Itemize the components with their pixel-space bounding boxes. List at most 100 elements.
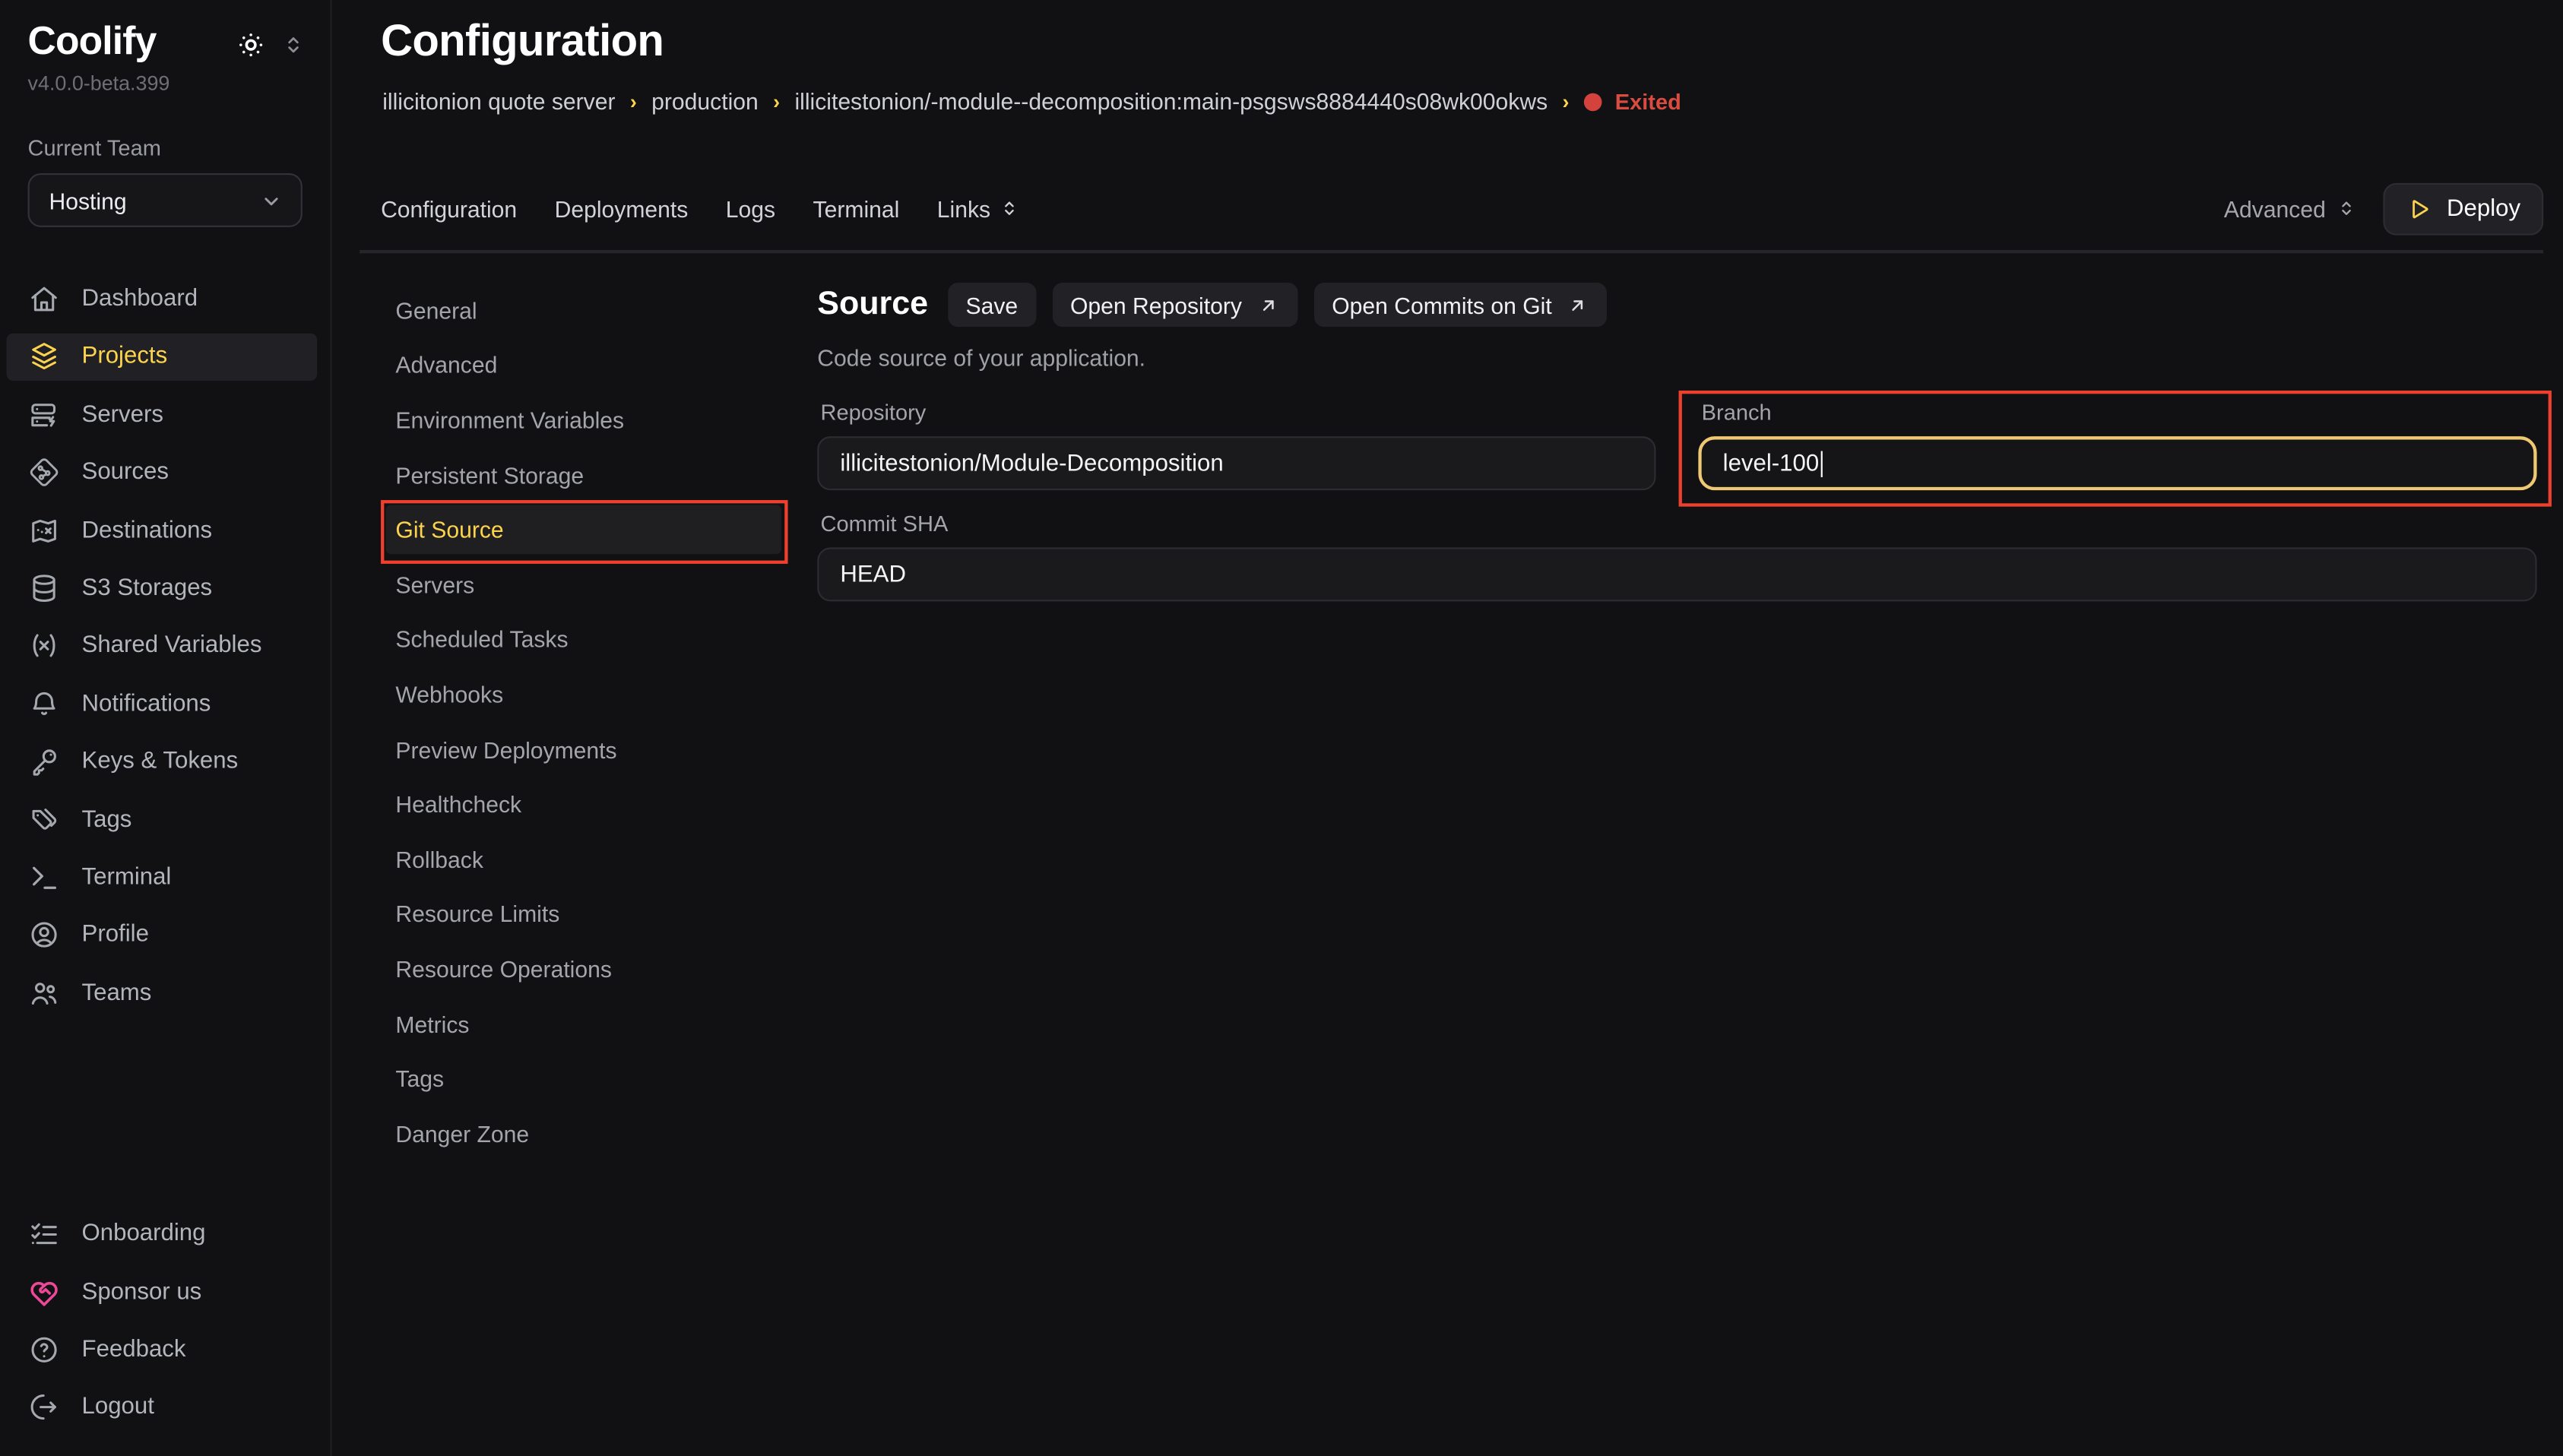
- sidebar-item-label: Keys & Tokens: [82, 749, 239, 774]
- heart-handshake-icon: [28, 1276, 61, 1309]
- settings-item-scheduled-tasks[interactable]: Scheduled Tasks: [381, 612, 817, 667]
- git-icon: [28, 457, 61, 489]
- sidebar-item-label: Logout: [82, 1394, 154, 1420]
- open-repository-label: Open Repository: [1070, 292, 1242, 318]
- coolify-app: Coolify v4.0.0-beta.399 Current Team Hos…: [0, 0, 2563, 1456]
- repository-label: Repository: [821, 400, 1656, 425]
- branch-value: level-100: [1723, 450, 1820, 476]
- sidebar-item-destinations[interactable]: Destinations: [0, 502, 330, 559]
- brand-row: Coolify: [0, 21, 330, 65]
- source-fields: Repository illicitestonion/Module-Decomp…: [817, 400, 2536, 602]
- list-checks-icon: [28, 1217, 61, 1250]
- source-title: Source: [817, 286, 928, 323]
- settings-item-persistent-storage[interactable]: Persistent Storage: [381, 448, 817, 502]
- tab-configuration[interactable]: Configuration: [381, 195, 517, 221]
- terminal-icon: [28, 861, 61, 894]
- breadcrumb-project[interactable]: illicitonion quote server: [382, 88, 615, 114]
- settings-item-git-source[interactable]: Git Source: [381, 502, 817, 557]
- commit-sha-input[interactable]: HEAD: [817, 547, 2536, 601]
- settings-item-healthcheck[interactable]: Healthcheck: [381, 777, 817, 831]
- breadcrumb-environment[interactable]: production: [651, 88, 759, 114]
- home-icon: [28, 283, 61, 315]
- logout-icon: [28, 1391, 61, 1424]
- sidebar-item-label: Terminal: [82, 865, 172, 891]
- play-icon: [2406, 195, 2432, 221]
- sidebar-item-terminal[interactable]: Terminal: [0, 849, 330, 907]
- tabs-divider: [360, 250, 2543, 253]
- sidebar-item-logout[interactable]: Logout: [0, 1378, 330, 1436]
- bell-icon: [28, 688, 61, 720]
- sidebar-item-sources[interactable]: Sources: [0, 444, 330, 502]
- commit-sha-value: HEAD: [840, 562, 906, 587]
- tab-logs[interactable]: Logs: [726, 195, 775, 221]
- sidebar-item-label: Shared Variables: [82, 633, 262, 659]
- repository-input[interactable]: illicitestonion/Module-Decomposition: [817, 436, 1655, 490]
- sidebar-item-label: Dashboard: [82, 286, 198, 312]
- help-circle-icon: [28, 1334, 61, 1366]
- current-team-label: Current Team: [0, 136, 330, 160]
- save-button[interactable]: Save: [948, 283, 1036, 327]
- deploy-button[interactable]: Deploy: [2383, 182, 2543, 235]
- sidebar-item-projects[interactable]: Projects: [0, 328, 330, 386]
- sidebar-item-shared-variables[interactable]: Shared Variables: [0, 617, 330, 675]
- sidebar-item-notifications[interactable]: Notifications: [0, 675, 330, 733]
- sidebar-item-teams[interactable]: Teams: [0, 964, 330, 1022]
- settings-item-servers[interactable]: Servers: [381, 557, 817, 612]
- settings-item-preview-deployments[interactable]: Preview Deployments: [381, 722, 817, 777]
- open-repository-button[interactable]: Open Repository: [1052, 283, 1297, 327]
- sidebar-item-label: Notifications: [82, 691, 211, 717]
- chevrons-up-down-icon: [999, 198, 1020, 219]
- app-version: v4.0.0-beta.399: [0, 72, 330, 95]
- chevron-down-icon: [258, 188, 284, 214]
- tab-links[interactable]: Links: [937, 195, 1020, 221]
- settings-item-resource-operations[interactable]: Resource Operations: [381, 942, 817, 996]
- sidebar-item-onboarding[interactable]: Onboarding: [0, 1205, 330, 1263]
- sidebar-item-dashboard[interactable]: Dashboard: [0, 271, 330, 328]
- sidebar-item-s3-storages[interactable]: S3 Storages: [0, 559, 330, 617]
- settings-item-environment-variables[interactable]: Environment Variables: [381, 393, 817, 448]
- settings-nav: General Advanced Environment Variables P…: [381, 278, 817, 1456]
- sidebar-item-profile[interactable]: Profile: [0, 907, 330, 964]
- status-dot-icon: [1584, 93, 1602, 111]
- sidebar-footer: Onboarding Sponsor us Feedback: [0, 1205, 330, 1436]
- sidebar-item-keys-tokens[interactable]: Keys & Tokens: [0, 733, 330, 791]
- sidebar-item-servers[interactable]: Servers: [0, 386, 330, 444]
- sidebar-item-label: Servers: [82, 402, 163, 428]
- branch-input[interactable]: level-100: [1698, 436, 2536, 490]
- chevron-right-icon: ›: [773, 90, 780, 113]
- sidebar-item-tags[interactable]: Tags: [0, 791, 330, 849]
- settings-item-advanced[interactable]: Advanced: [381, 337, 817, 392]
- sidebar-collapse-icon[interactable]: [281, 33, 306, 57]
- source-description: Code source of your application.: [817, 345, 2536, 371]
- app-logo: Coolify: [28, 21, 157, 65]
- settings-item-resource-limits[interactable]: Resource Limits: [381, 887, 817, 942]
- open-commits-button[interactable]: Open Commits on Git: [1314, 283, 1608, 327]
- team-select[interactable]: Hosting: [28, 174, 303, 228]
- sidebar-item-label: Profile: [82, 923, 149, 948]
- sidebar-item-label: Sponsor us: [82, 1279, 202, 1305]
- sidebar-item-label: Feedback: [82, 1337, 186, 1363]
- tags-icon: [28, 803, 61, 836]
- server-icon: [28, 398, 61, 431]
- key-icon: [28, 745, 61, 778]
- sidebar-item-label: Projects: [82, 344, 168, 370]
- settings-item-metrics[interactable]: Metrics: [381, 996, 817, 1051]
- sidebar-item-sponsor-us[interactable]: Sponsor us: [0, 1263, 330, 1321]
- page-title: Configuration: [381, 17, 664, 68]
- breadcrumb-resource[interactable]: illicitestonion/-module--decomposition:m…: [794, 88, 1548, 114]
- variables-icon: [28, 630, 61, 663]
- sidebar-item-feedback[interactable]: Feedback: [0, 1321, 330, 1378]
- settings-item-danger-zone[interactable]: Danger Zone: [381, 1106, 817, 1161]
- main-panel: Configuration illicitonion quote server …: [334, 0, 2563, 1456]
- advanced-dropdown[interactable]: Advanced: [2224, 195, 2357, 221]
- settings-item-rollback[interactable]: Rollback: [381, 831, 817, 886]
- sidebar-item-label: Teams: [82, 980, 152, 1006]
- tab-deployments[interactable]: Deployments: [555, 195, 689, 221]
- tab-terminal[interactable]: Terminal: [813, 195, 900, 221]
- theme-sun-icon[interactable]: [236, 30, 267, 61]
- settings-item-tags[interactable]: Tags: [381, 1051, 817, 1106]
- settings-item-webhooks[interactable]: Webhooks: [381, 667, 817, 722]
- settings-item-general[interactable]: General: [381, 283, 817, 337]
- map-icon: [28, 514, 61, 547]
- tabs-row: Configuration Deployments Logs Terminal …: [381, 183, 2543, 234]
